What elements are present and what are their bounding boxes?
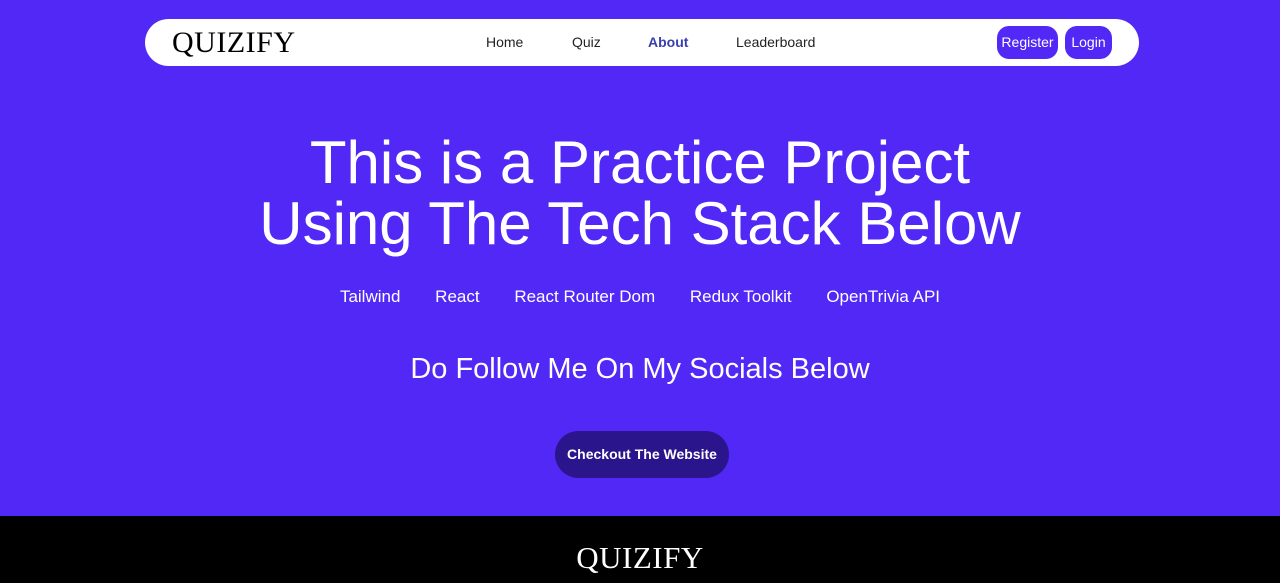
nav-link-home[interactable]: Home: [486, 34, 523, 50]
login-button[interactable]: Login: [1065, 26, 1112, 59]
register-button[interactable]: Register: [997, 26, 1058, 59]
navbar: QUIZIFY Home Quiz About Leaderboard Regi…: [145, 19, 1139, 66]
tech-stack-item: React: [435, 287, 480, 306]
follow-heading: Do Follow Me On My Socials Below: [410, 353, 870, 385]
hero-title: This is a Practice Project Using The Tec…: [0, 132, 1280, 254]
footer-logo: QUIZIFY: [576, 540, 704, 575]
tech-stack-item: Redux Toolkit: [689, 287, 792, 306]
tech-stack-item: React Router Dom: [514, 287, 656, 306]
nav-link-leaderboard[interactable]: Leaderboard: [736, 34, 815, 50]
hero-title-line1: This is a Practice Project: [309, 129, 971, 196]
hero-title-line2: Using The Tech Stack Below: [259, 190, 1021, 257]
checkout-website-button[interactable]: Checkout The Website: [555, 431, 729, 478]
nav-link-about[interactable]: About: [648, 34, 688, 50]
tech-stack-item: OpenTrivia API: [826, 287, 941, 306]
footer: QUIZIFY: [0, 516, 1280, 583]
tech-stack-item: Tailwind: [339, 287, 401, 306]
tech-stack-list: Tailwind React React Router Dom Redux To…: [0, 287, 1280, 307]
nav-link-quiz[interactable]: Quiz: [572, 34, 601, 50]
nav-links: Home Quiz About Leaderboard: [145, 19, 1139, 66]
